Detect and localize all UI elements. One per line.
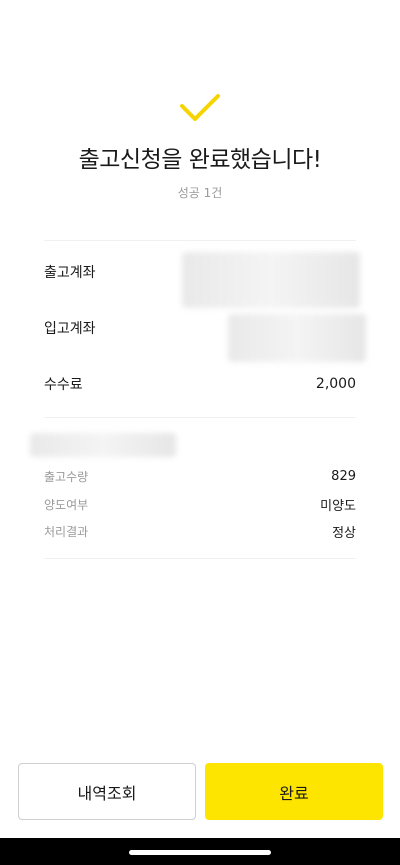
history-button[interactable]: 내역조회 (18, 763, 196, 820)
success-count: 성공 1건 (177, 186, 223, 200)
transfer-label: 양도여부 (44, 498, 89, 512)
home-indicator[interactable] (129, 850, 271, 855)
divider-top (44, 240, 356, 241)
transfer-row: 양도여부 미양도 (44, 495, 356, 514)
result-row: 처리결과 정상 (44, 522, 356, 541)
fee-label: 수수료 (44, 377, 83, 393)
page-title: 출고신청을 완료했습니다! (78, 147, 322, 173)
history-button-label: 내역조회 (77, 783, 137, 803)
quantity-row: 출고수량 829 (44, 468, 356, 485)
fee-value: 2,000 (315, 376, 356, 392)
done-button-label: 완료 (279, 783, 309, 803)
quantity-label: 출고수량 (44, 470, 89, 484)
withdraw-account-masked (182, 252, 360, 308)
deposit-account-label: 입고계좌 (44, 321, 96, 337)
result-value: 정상 (332, 526, 356, 541)
done-button[interactable]: 완료 (205, 763, 383, 820)
fee-row: 수수료 2,000 (44, 374, 356, 394)
transfer-value: 미양도 (320, 499, 356, 514)
quantity-value: 829 (331, 469, 356, 484)
divider-bottom (44, 558, 356, 559)
divider-middle (44, 417, 356, 418)
result-label: 처리결과 (44, 525, 89, 539)
withdraw-account-label: 출고계좌 (44, 265, 96, 281)
stock-name-masked (30, 433, 176, 457)
success-check-icon (0, 92, 400, 124)
deposit-account-masked (228, 314, 366, 362)
